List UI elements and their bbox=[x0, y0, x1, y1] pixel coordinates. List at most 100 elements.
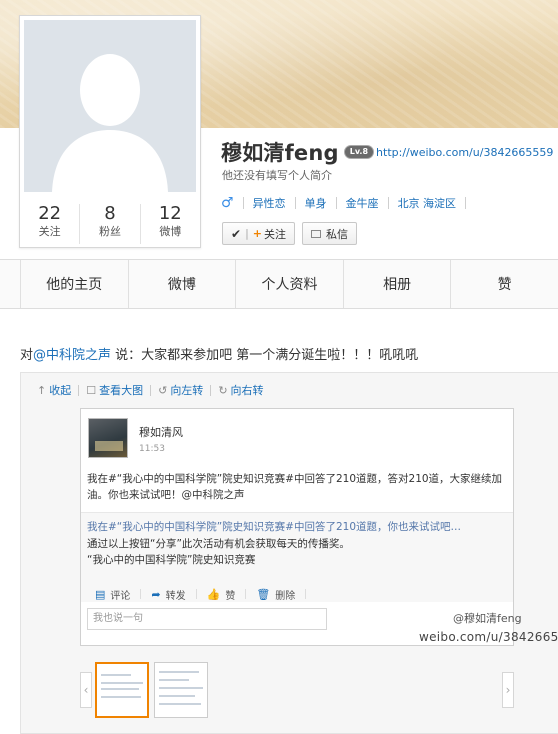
image-rt-line: 我在#“我心中的中国科学院”院史知识竞赛#中回答了210道题，你也来试试吧… bbox=[87, 521, 462, 533]
thumbnail-line bbox=[101, 674, 131, 676]
image-comment-field: 我也说一句 bbox=[87, 608, 327, 630]
tab-likes[interactable]: 赞 bbox=[450, 260, 558, 308]
check-icon: ✔ bbox=[231, 226, 242, 241]
stat-value: 8 bbox=[104, 203, 116, 224]
profile-page: 22 关注 8 粉丝 12 微博 穆如清feng Lv.8 http://wei… bbox=[0, 0, 558, 734]
level-badge[interactable]: Lv.8 bbox=[343, 145, 375, 159]
divider bbox=[210, 384, 212, 396]
thumbnail-line bbox=[159, 703, 201, 705]
divider bbox=[140, 589, 142, 599]
profile-actions: ✔ | + 关注 私信 bbox=[222, 222, 357, 245]
image-action-label: 删除 bbox=[275, 590, 296, 602]
profile-name: 穆如清feng bbox=[221, 141, 339, 165]
view-large-button[interactable]: ☐ 查看大图 bbox=[86, 382, 143, 398]
profile-name-row: 穆如清feng Lv.8 http://weibo.com/u/38426655… bbox=[221, 137, 553, 167]
tab-profile-info[interactable]: 个人资料 bbox=[235, 260, 343, 308]
post-image[interactable]: 穆如清风 11:53 我在#“我心中的中国科学院”院史知识竞赛#中回答了210道… bbox=[80, 408, 558, 646]
tab-album[interactable]: 相册 bbox=[342, 260, 451, 308]
stat-following[interactable]: 22 关注 bbox=[20, 204, 79, 244]
divider: | bbox=[245, 227, 249, 240]
thumbnail-selected[interactable] bbox=[95, 662, 149, 718]
post-text: 对@中科院之声 说：大家都来参加吧 第一个满分诞生啦！！！吼吼吼 bbox=[20, 344, 418, 363]
prev-image-icon[interactable]: ‹ bbox=[80, 672, 92, 708]
thumbs-up-icon: 👍 bbox=[206, 587, 221, 601]
image-repost-action: ➦ 转发 bbox=[151, 587, 185, 602]
thumbnail-line bbox=[159, 687, 203, 689]
stat-followers[interactable]: 8 粉丝 bbox=[79, 204, 139, 244]
media-toolbar: ↑ 收起 ☐ 查看大图 ↺ 向左转 ↻ 向右转 bbox=[37, 382, 264, 398]
thumbnail-strip: ‹ › bbox=[80, 662, 514, 718]
image-like-action: 👍 赞 bbox=[207, 587, 236, 602]
post-prefix: 对 bbox=[20, 348, 34, 363]
media-expanded-box: ↑ 收起 ☐ 查看大图 ↺ 向左转 ↻ 向右转 穆如清风 11:53 我在#“我心中的中… bbox=[20, 372, 558, 734]
rotate-right-button[interactable]: ↻ 向右转 bbox=[218, 382, 263, 398]
profile-stats: 22 关注 8 粉丝 12 微博 bbox=[20, 204, 200, 244]
stat-label: 粉丝 bbox=[98, 225, 121, 238]
divider bbox=[195, 589, 197, 599]
tag-location[interactable]: 北京 海淀区 bbox=[398, 195, 457, 211]
stat-value: 22 bbox=[38, 203, 62, 224]
image-rt-line: 通过以上按钮“分享”此次活动有机会获取每天的传播奖。 bbox=[87, 538, 350, 550]
mail-icon bbox=[311, 229, 321, 238]
follow-button[interactable]: ✔ | + 关注 bbox=[222, 222, 295, 245]
collapse-label: 收起 bbox=[49, 384, 72, 397]
profile-tags: ♂ 异性恋 单身 金牛座 北京 海淀区 bbox=[221, 195, 475, 211]
stat-label: 微博 bbox=[159, 225, 182, 238]
thumbnail-line bbox=[159, 671, 199, 673]
message-button[interactable]: 私信 bbox=[302, 222, 357, 245]
default-avatar-icon bbox=[24, 20, 196, 192]
image-delete-action: 🗑 删除 bbox=[256, 587, 295, 602]
next-image-icon[interactable]: › bbox=[502, 672, 514, 708]
watermark-user: @穆如清feng bbox=[453, 612, 522, 625]
profile-url-link[interactable]: http://weibo.com/u/3842665559 bbox=[376, 146, 553, 159]
tab-weibo[interactable]: 微博 bbox=[127, 260, 236, 308]
image-action-label: 转发 bbox=[165, 590, 186, 602]
collapse-icon: ↑ bbox=[37, 383, 47, 397]
image-rt-line: “我心中的中国科学院”院史知识竞赛 bbox=[87, 554, 256, 566]
rotate-left-icon: ↺ bbox=[158, 383, 168, 397]
image-action-label: 评论 bbox=[110, 590, 131, 602]
divider bbox=[150, 384, 152, 396]
post-body: 说：大家都来参加吧 第一个满分诞生啦！！！吼吼吼 bbox=[111, 348, 419, 363]
divider bbox=[78, 384, 80, 396]
thumbnail-line bbox=[101, 688, 139, 690]
divider bbox=[335, 197, 337, 209]
collapse-button[interactable]: ↑ 收起 bbox=[37, 382, 71, 398]
rotate-left-label: 向左转 bbox=[170, 384, 204, 397]
mention-link[interactable]: @中科院之声 bbox=[33, 348, 111, 363]
rotate-left-button[interactable]: ↺ 向左转 bbox=[158, 382, 203, 398]
stat-label: 关注 bbox=[38, 225, 61, 238]
follow-label: 关注 bbox=[264, 227, 286, 241]
male-icon: ♂ bbox=[221, 195, 234, 211]
repost-icon: ➦ bbox=[151, 587, 161, 601]
image-post-text: 我在#“我心中的中国科学院”院史知识竞赛#中回答了210道题，答对210道，大家… bbox=[87, 473, 503, 501]
divider bbox=[305, 589, 307, 599]
watermark-url: weibo.com/u/3842665559 bbox=[419, 630, 558, 644]
image-timestamp: 11:53 bbox=[139, 444, 165, 454]
thumbnail-line bbox=[159, 695, 195, 697]
message-label: 私信 bbox=[326, 227, 348, 241]
plus-icon: + bbox=[252, 227, 262, 240]
thumbnail-line bbox=[101, 682, 143, 684]
thumbnail[interactable] bbox=[154, 662, 208, 718]
avatar[interactable] bbox=[24, 20, 196, 192]
image-avatar bbox=[88, 418, 128, 458]
stat-posts[interactable]: 12 微博 bbox=[139, 203, 200, 244]
stat-value: 12 bbox=[158, 203, 182, 224]
divider bbox=[294, 197, 296, 209]
tab-home[interactable]: 他的主页 bbox=[20, 260, 128, 308]
profile-card: 22 关注 8 粉丝 12 微博 bbox=[19, 15, 201, 248]
image-action-label: 赞 bbox=[225, 590, 236, 602]
divider bbox=[245, 589, 247, 599]
profile-nav: 他的主页 微博 个人资料 相册 赞 bbox=[0, 259, 558, 309]
tag-orientation[interactable]: 异性恋 bbox=[253, 195, 286, 211]
expand-icon: ☐ bbox=[86, 383, 97, 397]
thumbnail-line bbox=[101, 696, 141, 698]
divider bbox=[242, 197, 244, 209]
tag-zodiac[interactable]: 金牛座 bbox=[346, 195, 379, 211]
divider bbox=[465, 197, 467, 209]
trash-icon: 🗑 bbox=[256, 587, 271, 601]
profile-bio: 他还没有填写个人简介 bbox=[222, 169, 332, 182]
tag-relationship[interactable]: 单身 bbox=[305, 195, 327, 211]
comment-icon: ▤ bbox=[95, 587, 106, 601]
